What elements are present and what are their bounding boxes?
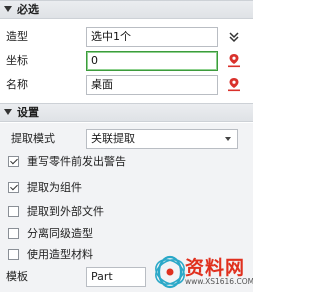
checkbox[interactable]: [8, 205, 19, 217]
option-extract-as-component[interactable]: 提取为组件: [8, 179, 82, 195]
option-label: 使用造型材料: [27, 248, 93, 261]
coordinate-field[interactable]: 0: [86, 51, 218, 71]
watermark-emblem-icon: [155, 255, 185, 289]
checkbox[interactable]: [8, 227, 19, 239]
option-label: 提取到外部文件: [27, 205, 104, 218]
checkbox[interactable]: [8, 248, 19, 260]
chevron-double-down-icon[interactable]: [225, 28, 243, 46]
watermark-url: www.XS1616.COM: [185, 277, 253, 286]
option-label: 提取为组件: [27, 181, 82, 194]
watermark-logo: 资料网 www.XS1616.COM: [155, 252, 253, 292]
checkbox[interactable]: [8, 155, 19, 167]
option-use-shape-material[interactable]: 使用造型材料: [8, 246, 93, 262]
extract-mode-select[interactable]: 关联提取: [86, 129, 238, 149]
option-label: 分离同级造型: [27, 227, 93, 240]
coordinate-label: 坐标: [6, 54, 28, 67]
extract-mode-label: 提取模式: [11, 132, 55, 145]
dropdown-arrow-icon: [225, 137, 231, 141]
extract-mode-value: 关联提取: [91, 132, 135, 145]
section-title-required: 必选: [17, 3, 39, 16]
pick-point-icon[interactable]: [225, 52, 243, 70]
shape-field[interactable]: 选中1个: [86, 27, 218, 47]
property-panel: 必选 造型 选中1个 坐标 0 名称 桌面 设置 提取模式 关联提取 重写零件前…: [0, 0, 253, 292]
pick-point-icon[interactable]: [225, 76, 243, 94]
option-separate-sibling-shapes[interactable]: 分离同级造型: [8, 225, 93, 241]
name-label: 名称: [6, 78, 28, 91]
watermark-text: 资料网: [185, 257, 246, 279]
option-extract-to-external-file[interactable]: 提取到外部文件: [8, 203, 104, 219]
caret-down-icon: [4, 6, 12, 12]
section-header-required[interactable]: 必选: [0, 0, 253, 19]
section-title-settings: 设置: [17, 106, 39, 119]
template-select[interactable]: Part: [86, 267, 146, 287]
template-label: 模板: [6, 270, 28, 283]
shape-label: 造型: [6, 30, 28, 43]
checkbox[interactable]: [8, 181, 19, 193]
name-field[interactable]: 桌面: [86, 75, 218, 95]
caret-down-icon: [4, 109, 12, 115]
option-warn-before-overwrite[interactable]: 重写零件前发出警告: [8, 153, 126, 169]
section-header-settings[interactable]: 设置: [0, 103, 253, 122]
option-label: 重写零件前发出警告: [27, 155, 126, 168]
